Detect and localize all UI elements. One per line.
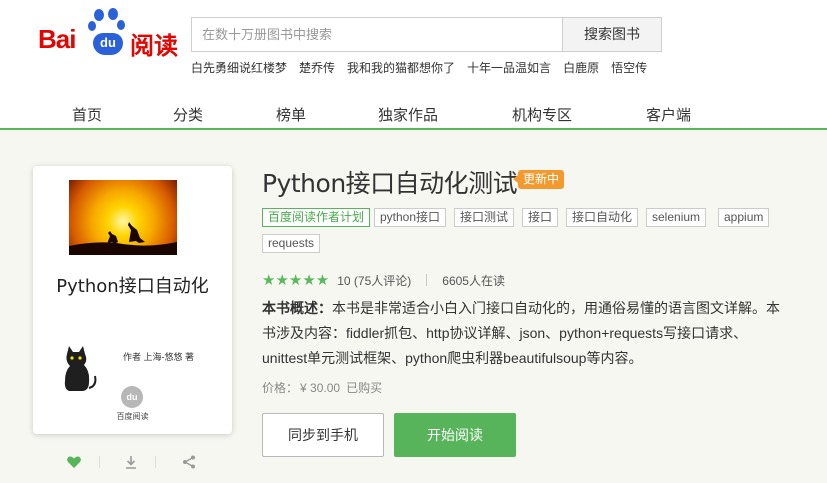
status-badge: 更新中 bbox=[512, 170, 565, 189]
tag-item[interactable]: 接口自动化 bbox=[566, 208, 639, 227]
start-reading-button[interactable]: 开始阅读 bbox=[394, 413, 516, 457]
summary-text: 本书是非常适合小白入门接口自动化的，用通俗易懂的语言图文详解。本书涉及内容：fi… bbox=[262, 300, 780, 366]
action-divider bbox=[99, 456, 100, 468]
nav-item-category[interactable]: 分类 bbox=[173, 104, 203, 125]
book-summary: 本书概述：本书是非常适合小白入门接口自动化的，用通俗易懂的语言图文详解。本书涉及… bbox=[262, 296, 792, 371]
sync-to-phone-button[interactable]: 同步到手机 bbox=[262, 413, 384, 457]
nav-item-exclusive[interactable]: 独家作品 bbox=[378, 104, 438, 125]
summary-label: 本书概述： bbox=[262, 300, 332, 316]
kangaroo-silhouette-icon bbox=[69, 222, 177, 255]
hot-word-link[interactable]: 悟空传 bbox=[611, 59, 647, 76]
main-nav: 首页 分类 榜单 独家作品 机构专区 客户端 bbox=[0, 96, 827, 130]
book-detail-panel: Python接口自动化 作者 上海-悠悠 著 du 百度阅读 Python接口自… bbox=[0, 130, 827, 483]
hot-word-link[interactable]: 白鹿原 bbox=[563, 59, 599, 76]
tag-item[interactable]: python接口 bbox=[374, 208, 447, 227]
heart-icon[interactable] bbox=[66, 454, 82, 470]
purchased-status: 已购买 bbox=[346, 381, 383, 395]
price-value: ¥ 30.00 bbox=[300, 381, 341, 395]
book-cover[interactable]: Python接口自动化 作者 上海-悠悠 著 du 百度阅读 bbox=[33, 166, 232, 434]
hot-word-link[interactable]: 白先勇细说红楼梦 bbox=[191, 59, 287, 76]
cover-sunset-image bbox=[69, 180, 177, 255]
nav-item-home[interactable]: 首页 bbox=[72, 104, 102, 125]
nav-item-institution[interactable]: 机构专区 bbox=[512, 104, 572, 125]
price-label: 价格： bbox=[262, 381, 299, 395]
hot-word-link[interactable]: 楚乔传 bbox=[299, 59, 335, 76]
price-row: 价格： ¥ 30.00 已购买 bbox=[262, 379, 382, 396]
hot-word-link[interactable]: 十年一品温如言 bbox=[467, 59, 551, 76]
tag-item[interactable]: appium bbox=[718, 208, 770, 227]
rating-row: ★★★★★ 10 (75人评论) 6605人在读 bbox=[262, 271, 505, 289]
cover-actions bbox=[66, 454, 206, 470]
download-icon[interactable] bbox=[123, 454, 139, 470]
action-divider bbox=[155, 456, 156, 468]
hot-search-words: 白先勇细说红楼梦 楚乔传 我和我的猫都想你了 十年一品温如言 白鹿原 悟空传 bbox=[191, 59, 659, 76]
tag-author-plan[interactable]: 百度阅读作者计划 bbox=[262, 208, 371, 227]
nav-item-ranking[interactable]: 榜单 bbox=[276, 104, 306, 125]
rating-divider bbox=[426, 274, 428, 286]
cover-baidu-logo-icon: du bbox=[121, 386, 143, 408]
cat-illustration-icon bbox=[64, 346, 97, 391]
share-icon[interactable] bbox=[181, 454, 197, 470]
search-button[interactable]: 搜索图书 bbox=[562, 17, 662, 52]
logo-reading-text: 阅读 bbox=[130, 32, 178, 60]
cover-author: 作者 上海-悠悠 著 bbox=[123, 352, 194, 362]
hot-word-link[interactable]: 我和我的猫都想你了 bbox=[347, 59, 455, 76]
tag-item[interactable]: 接口 bbox=[522, 208, 559, 227]
rating-count[interactable]: 10 (75人评论) bbox=[337, 272, 411, 289]
logo-bai-text: Bai bbox=[38, 24, 76, 54]
search-input[interactable]: 在数十万册图书中搜索 bbox=[191, 17, 563, 52]
tag-item[interactable]: 接口测试 bbox=[454, 208, 515, 227]
logo-du-mark: du bbox=[93, 33, 123, 55]
star-rating-icon: ★★★★★ bbox=[262, 271, 330, 289]
book-title: Python接口自动化测试 bbox=[262, 169, 518, 198]
tag-item[interactable]: requests bbox=[262, 234, 321, 253]
reader-count: 6605人在读 bbox=[442, 273, 505, 288]
baidu-reading-logo[interactable]: Bai du 阅读 bbox=[38, 8, 178, 60]
cover-title: Python接口自动化 bbox=[56, 276, 209, 297]
tag-item[interactable]: selenium bbox=[646, 208, 707, 227]
nav-item-client[interactable]: 客户端 bbox=[646, 104, 691, 125]
cover-logo-text: 百度阅读 bbox=[116, 412, 149, 421]
